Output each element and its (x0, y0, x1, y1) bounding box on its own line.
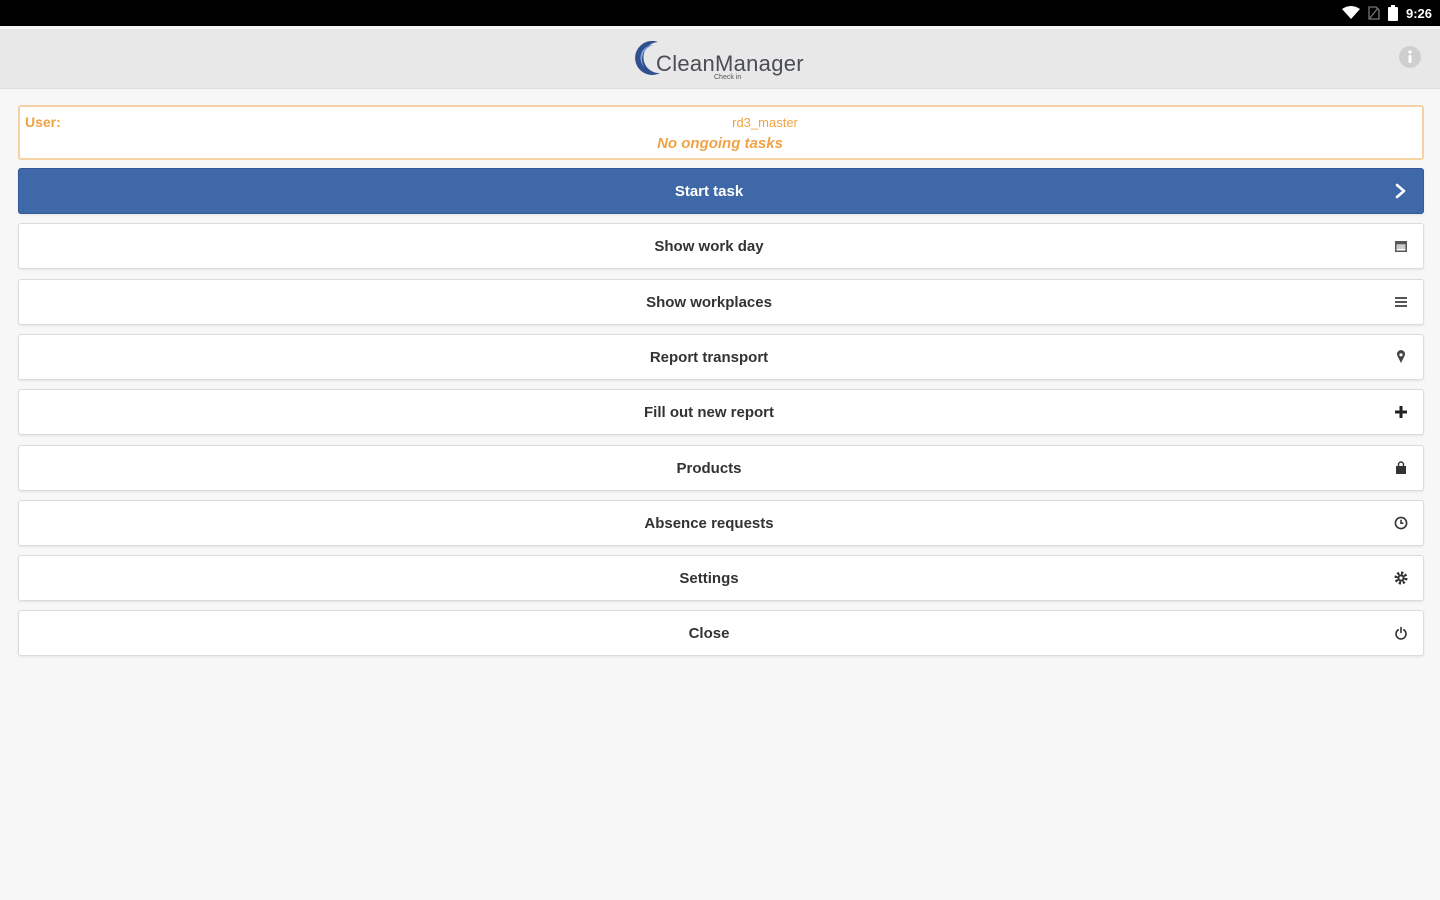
start-task-label: Start task (674, 182, 744, 200)
products-button[interactable]: Products (18, 445, 1424, 491)
close-button[interactable]: Close (18, 610, 1424, 656)
power-icon (1393, 625, 1409, 641)
absence-requests-button[interactable]: Absence requests (18, 500, 1424, 546)
report-transport-button[interactable]: Report transport (18, 334, 1424, 380)
sim-icon (1368, 6, 1380, 20)
status-time: 9:26 (1405, 5, 1432, 21)
ongoing-tasks-status: No ongoing tasks (657, 135, 783, 152)
battery-icon (1387, 5, 1398, 21)
wifi-icon (1341, 6, 1360, 19)
gear-icon (1393, 570, 1409, 586)
show-workplaces-button[interactable]: Show workplaces (18, 279, 1424, 325)
start-task-button[interactable]: Start task (18, 168, 1424, 214)
absence-requests-label: Absence requests (644, 514, 774, 532)
close-label: Close (688, 624, 730, 642)
logo-subtitle: Check in (714, 74, 742, 81)
fill-out-new-report-label: Fill out new report (644, 403, 774, 421)
report-transport-label: Report transport (649, 348, 769, 366)
clock-icon (1393, 515, 1409, 531)
show-work-day-button[interactable]: Show work day (18, 223, 1424, 269)
app-logo: CleanManager Check in (630, 37, 820, 81)
show-work-day-label: Show work day (654, 237, 764, 255)
show-workplaces-label: Show workplaces (646, 293, 772, 311)
map-pin-icon (1393, 349, 1409, 365)
calendar-icon (1393, 238, 1409, 254)
status-icons: 9:26 (1341, 4, 1432, 22)
settings-label: Settings (679, 569, 739, 587)
app-header: CleanManager Check in (0, 29, 1440, 89)
shopping-bag-icon (1393, 460, 1409, 476)
username: rd3_master (732, 115, 798, 130)
plus-icon (1393, 404, 1409, 420)
products-label: Products (676, 459, 742, 477)
settings-button[interactable]: Settings (18, 555, 1424, 601)
fill-out-new-report-button[interactable]: Fill out new report (18, 389, 1424, 435)
user-info-card: User: rd3_master No ongoing tasks (18, 105, 1424, 160)
list-icon (1393, 294, 1409, 310)
status-bar: 9:26 (0, 0, 1440, 26)
chevron-right-icon (1393, 183, 1409, 199)
info-icon[interactable] (1398, 45, 1422, 69)
